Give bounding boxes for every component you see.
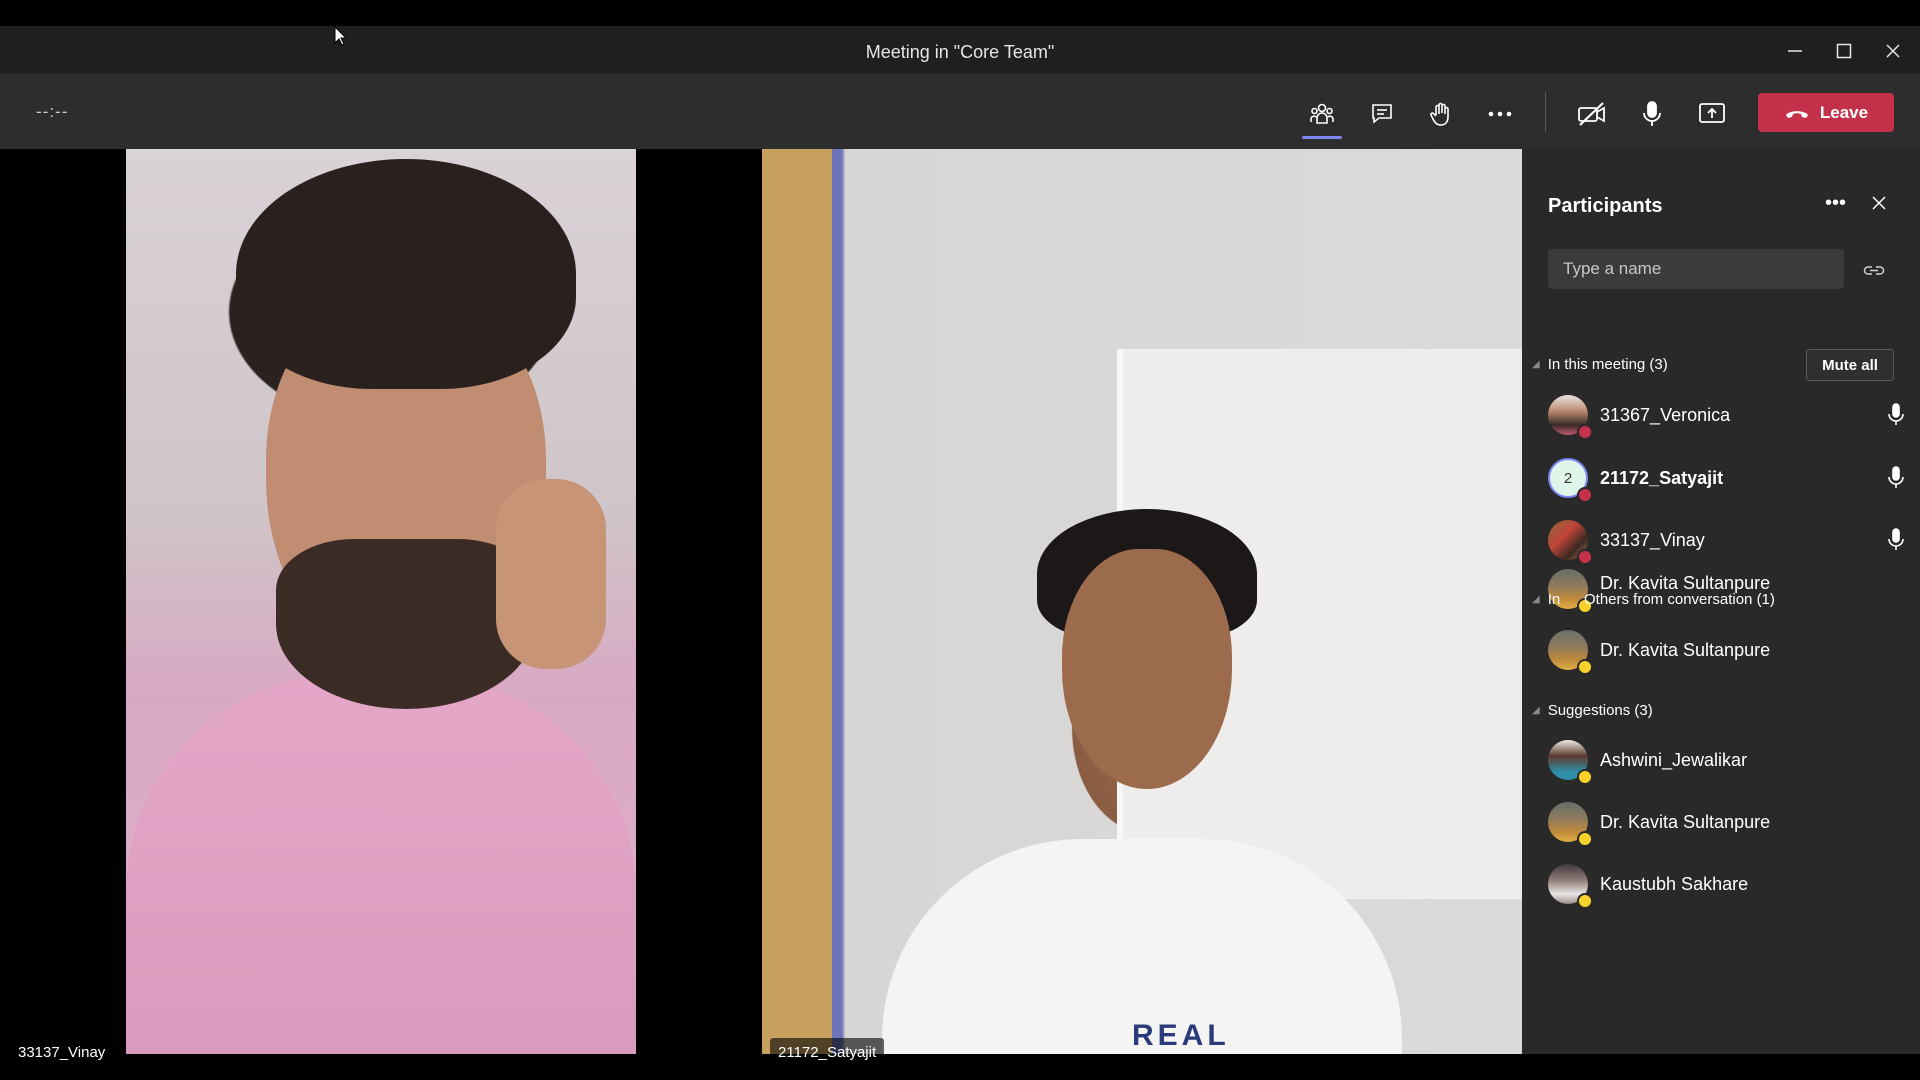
section-label-prefix: In [1547,591,1561,608]
participant-name: Dr. Kavita Sultanpure [1600,812,1771,832]
video-stage: 33137_Vinay REAL 21172_Satyajit [0,149,1522,1067]
participant-mic-icon[interactable] [1886,528,1906,552]
participant-mic-icon[interactable] [1886,403,1906,427]
video-tile-satyajit[interactable]: REAL [762,149,1522,1054]
status-badge [1577,831,1593,847]
leave-label: Leave [1819,102,1869,122]
participant-item[interactable]: 31367_Veronica [1548,395,1920,441]
participant-name: 33137_Vinay [1600,530,1705,550]
participant-mic-icon[interactable] [1886,466,1906,490]
mouse-cursor-icon [334,26,348,46]
participant-name: 31367_Veronica [1600,405,1731,425]
suggestion-item[interactable]: Kaustubh Sakhare [1548,864,1920,910]
participant-item[interactable]: Dr. Kavita Sultanpure [1548,630,1920,676]
meeting-toolbar: --:-- Leave [0,74,1920,149]
raise-hand-icon[interactable] [1420,94,1460,134]
section-label: Others from conversation (1) [1584,591,1775,608]
microphone-icon[interactable] [1632,94,1672,134]
chat-icon[interactable] [1362,94,1402,134]
teams-meeting-window: Meeting in "Core Team" --:-- Leave 33137… [0,26,1920,1067]
title-bar: Meeting in "Core Team" [0,26,1920,74]
panel-title: Participants [1548,195,1663,217]
suggestion-item[interactable]: Ashwini_Jewalikar [1548,740,1920,786]
participants-panel: Participants ••• ◢ In this meeting (3) M… [1522,149,1920,1054]
video-name-tag: 33137_Vinay [18,1044,106,1061]
participant-name: 21172_Satyajit [1600,468,1724,488]
more-icon[interactable] [1480,94,1520,134]
share-screen-icon[interactable] [1692,94,1732,134]
video-shirt [126,674,636,1054]
participant-item[interactable]: 2 21172_Satyajit [1548,458,1920,504]
status-badge [1577,769,1593,785]
participant-item[interactable]: 33137_Vinay [1548,520,1920,566]
section-others[interactable]: ◢ In [1532,591,1560,608]
section-suggestions[interactable]: ◢ Suggestions (3) [1532,702,1653,719]
leave-button[interactable]: Leave [1758,93,1894,132]
status-badge [1577,424,1593,440]
participants-icon[interactable] [1302,94,1342,134]
section-label: Suggestions (3) [1547,702,1653,719]
video-hair [236,159,576,389]
meeting-timer: --:-- [36,102,69,121]
video-face [1062,549,1232,789]
share-invite-link-icon[interactable] [1862,259,1886,281]
participant-search-input[interactable] [1548,249,1844,289]
close-panel-icon[interactable] [1867,191,1891,215]
suggestion-item[interactable]: Dr. Kavita Sultanpure [1548,802,1920,848]
toolbar-divider [1545,92,1546,132]
collapse-caret-icon: ◢ [1532,594,1540,605]
video-door [762,149,842,1054]
active-tab-indicator [1302,136,1342,139]
participant-name: Ashwini_Jewalikar [1600,750,1748,770]
status-badge [1577,893,1593,909]
mute-all-button[interactable]: Mute all [1806,349,1894,381]
video-hand [496,479,606,669]
close-icon[interactable] [1878,36,1908,66]
collapse-caret-icon: ◢ [1532,705,1540,716]
shirt-logo-text: REAL [1132,1019,1230,1052]
window-title: Meeting in "Core Team" [865,42,1055,62]
status-badge [1577,487,1593,503]
video-tile-vinay[interactable] [126,149,636,1054]
more-options-icon[interactable]: ••• [1825,192,1846,215]
maximize-icon[interactable] [1829,36,1859,66]
collapse-caret-icon: ◢ [1532,359,1540,370]
minimize-icon[interactable] [1780,36,1810,66]
camera-off-icon[interactable] [1572,94,1612,134]
status-badge [1577,659,1593,675]
participant-name: Kaustubh Sakhare [1600,874,1749,894]
status-badge [1577,549,1593,565]
participant-name: Dr. Kavita Sultanpure [1600,640,1771,660]
phone-hangup-icon [1785,110,1808,118]
video-name-tag: 21172_Satyajit [770,1038,885,1067]
section-label: In this meeting (3) [1547,356,1668,373]
section-in-meeting[interactable]: ◢ In this meeting (3) [1532,356,1668,373]
